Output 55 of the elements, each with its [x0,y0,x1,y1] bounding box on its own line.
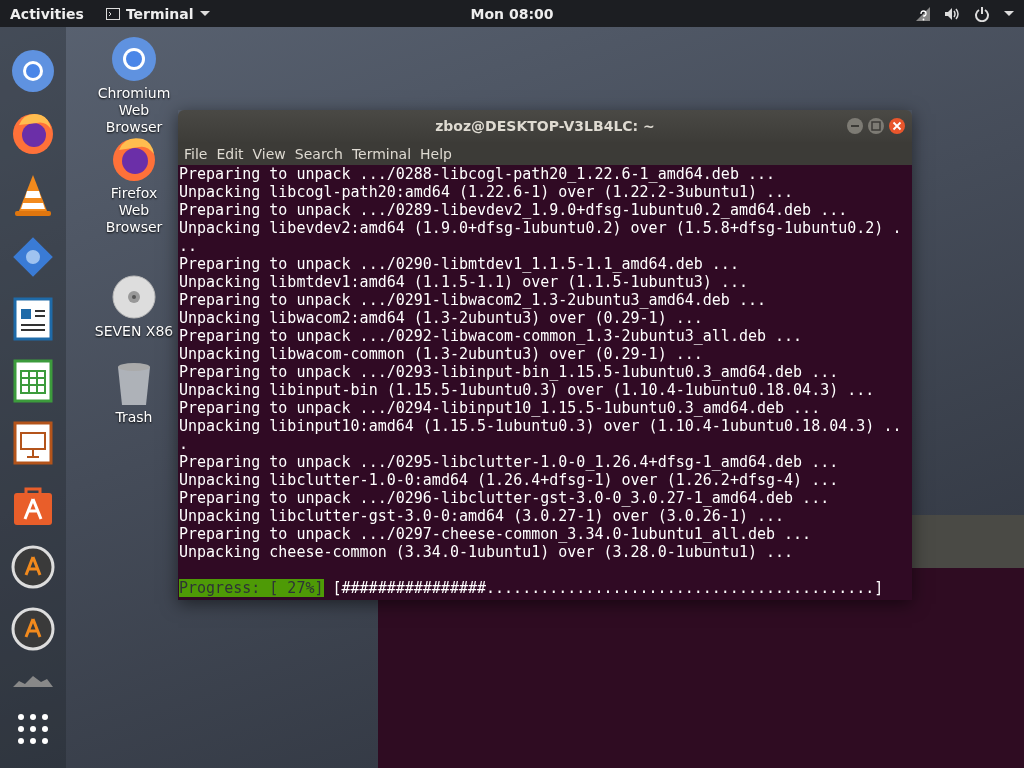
terminal-line: Unpacking libwacom2:amd64 (1.3-2ubuntu3) over (0.29-1) ... [179,309,703,327]
terminal-line: Unpacking libinput10:amd64 (1.15.5-1ubuntu0.3) over (1.10.4-1ubuntu0.18.04.3) .. [179,417,902,435]
progress-label: Progress: [ 27%] [179,579,324,597]
menu-item[interactable]: View [248,145,290,162]
chromium-icon[interactable] [110,35,158,83]
terminal-line: Preparing to unpack .../0295-libclutter-1.0-0_1.26.4+dfsg-1_amd64.deb ... [179,453,839,471]
writer-document-icon[interactable] [11,297,55,341]
terminal-line: Unpacking libcogl-path20:amd64 (1.22.6-1) over (1.22.2-3ubuntu1) ... [179,183,794,201]
clock[interactable]: Mon 08:00 [470,5,554,22]
minimize-icon[interactable] [846,117,864,135]
terminal-line: Unpacking libclutter-1.0-0:amd64 (1.26.4+dfsg-1) over (1.26.2+dfsg-4) ... [179,471,839,489]
terminal-line: Preparing to unpack .../0294-libinput10_1.15.5-1ubuntu0.3_amd64.deb ... [179,399,821,417]
icon-label[interactable]: Firefox Web Browser [94,185,174,236]
terminal-line: Unpacking libevdev2:amd64 (1.9.0+dfsg-1ubuntu0.2) over (1.5.8+dfsg-1ubuntu0.2) . [179,219,902,237]
terminal-line: Preparing to unpack .../0291-libwacom2_1.3-2ubuntu3_amd64.deb ... [179,291,766,309]
terminal-icon [105,7,120,20]
menu-item[interactable]: File [180,145,212,162]
terminal-line: Preparing to unpack .../0290-libmtdev1_1.1.5-1.1_amd64.deb ... [179,255,739,273]
icon-label[interactable]: Trash [94,409,174,426]
presentation-icon[interactable] [11,421,55,465]
menu-item[interactable]: Edit [212,145,248,162]
terminal-line: . [179,435,189,453]
activities-button[interactable]: Activities [10,5,84,22]
window-title: zboz@DESKTOP-V3LB4LC: ~ [435,118,655,134]
terminal-line: Preparing to unpack .../0289-libevdev2_1.9.0+dfsg-1ubuntu0.2_amd64.deb ... [179,201,848,219]
terminal-line: Unpacking libmtdev1:amd64 (1.1.5-1.1) over (1.1.5-1ubuntu3) ... [179,273,748,291]
icon-label[interactable]: SEVEN X86 [94,323,174,340]
terminal-line: Preparing to unpack .../0293-libinput-bin_1.15.5-1ubuntu0.3_amd64.deb ... [179,363,839,381]
terminal-line: Preparing to unpack .../0292-libwacom-common_1.3-2ubuntu3_all.deb ... [179,327,803,345]
terminal-line: Preparing to unpack .../0288-libcogl-path20_1.22.6-1_amd64.deb ... [179,165,776,183]
terminal-line: Unpacking libclutter-gst-3.0-0:amd64 (3.0.27-1) over (3.0.26-1) ... [179,507,785,525]
menu-item[interactable]: Search [290,145,347,162]
app-menu[interactable]: Terminal [105,5,210,22]
terminal-line: Preparing to unpack .../0297-cheese-common_3.34.0-1ubuntu1_all.deb ... [179,525,812,543]
firefox-icon[interactable] [11,111,55,155]
terminal-line: Unpacking libwacom-common (1.3-2ubuntu3) over (0.29-1) ... [179,345,703,363]
terminal-line: Unpacking cheese-common (3.34.0-1ubuntu1) over (3.28.0-1ubuntu1) ... [179,543,794,561]
update-icon[interactable] [11,545,55,589]
chromium-icon[interactable] [11,49,55,93]
spreadsheet-icon[interactable] [11,359,55,403]
power-icon[interactable] [974,5,990,22]
menu-item[interactable]: Help [416,145,456,162]
progress-bar-text: [################...........................................] [332,579,884,597]
terminal-line: .. [179,237,198,255]
update-icon[interactable] [11,607,55,651]
caret-icon[interactable] [1004,11,1014,16]
terminal-line: Preparing to unpack .../0296-libclutter-gst-3.0-0_3.0.27-1_amd64.deb ... [179,489,830,507]
icon-label[interactable]: Chromium Web Browser [94,85,174,136]
disc-icon[interactable] [110,273,158,321]
firefox-icon[interactable] [110,135,158,183]
caret-icon [199,11,210,16]
terminal-line: Unpacking libinput-bin (1.15.5-1ubuntu0.3) over (1.10.4-1ubuntu0.18.04.3) ... [179,381,875,399]
network-icon[interactable] [914,5,930,22]
menu-item[interactable]: Terminal [347,145,416,162]
close-icon[interactable] [888,117,906,135]
